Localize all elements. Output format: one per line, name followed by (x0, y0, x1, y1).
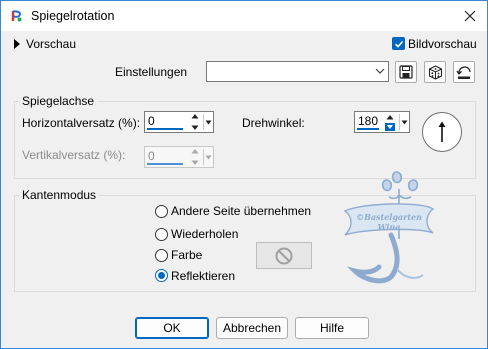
radio-reflect[interactable] (155, 269, 168, 282)
dialog-window: Spiegelrotation Vorschau Bildvorschau Ei… (0, 0, 488, 349)
settings-label: Einstellungen (115, 65, 188, 79)
vertical-offset-label: Vertikalversatz (%): (22, 148, 126, 162)
rotation-angle-input[interactable] (358, 114, 382, 128)
watermark-line2: Wina (378, 222, 401, 232)
watermark-line1: ©Bastelgarten (356, 212, 422, 222)
cancel-button-label: Abbrechen (222, 321, 282, 335)
watermark-logo: ©Bastelgarten Wina (343, 171, 435, 284)
vertical-offset-underline (147, 163, 183, 165)
close-icon (464, 10, 476, 22)
randomize-button[interactable] (424, 61, 446, 83)
ok-button[interactable]: OK (135, 317, 209, 339)
close-button[interactable] (453, 1, 487, 31)
dice-icon (428, 64, 442, 80)
option-color-label: Farbe (171, 248, 203, 262)
vertical-offset-spinner[interactable] (144, 146, 214, 168)
vertical-offset-stepper[interactable] (189, 148, 200, 166)
app-icon (10, 9, 24, 23)
arrow-down-icon (191, 125, 198, 130)
window-title: Spiegelrotation (31, 9, 115, 23)
horizontal-offset-stepper[interactable] (189, 113, 200, 131)
mirror-axis-group-label: Spiegelachse (19, 94, 98, 108)
option-reflect-label: Reflektieren (171, 269, 236, 283)
help-button-label: Hilfe (319, 321, 344, 335)
cancel-button[interactable]: Abbrechen (216, 317, 288, 339)
rotation-angle-underline (357, 128, 379, 130)
no-color-icon (275, 247, 293, 264)
caret-down-icon (205, 155, 211, 159)
edge-color-swatch[interactable] (256, 242, 312, 269)
option-other-side-label: Andere Seite übernehmen (171, 204, 312, 218)
arrow-up-icon (191, 114, 198, 119)
horizontal-offset-underline (147, 128, 183, 130)
chevron-down-icon (375, 68, 385, 74)
reset-button[interactable] (453, 61, 475, 83)
arrow-up-icon (191, 149, 198, 154)
preview-toggle[interactable]: Vorschau (14, 37, 76, 51)
radio-other-side[interactable] (155, 205, 168, 218)
caret-down-icon (205, 120, 211, 124)
dial-pointer-icon (438, 121, 446, 142)
option-repeat-label: Wiederholen (171, 227, 239, 241)
arrow-down-icon (384, 123, 395, 131)
horizontal-offset-dropdown[interactable] (203, 114, 212, 130)
rotation-angle-stepper[interactable] (384, 114, 395, 131)
vertical-offset-dropdown[interactable] (203, 149, 212, 165)
ok-button-label: OK (163, 321, 181, 335)
checkmark-icon (394, 40, 403, 48)
settings-dropdown[interactable] (206, 61, 389, 82)
edge-mode-group-label: Kantenmodus (19, 188, 100, 202)
rotation-angle-label: Drehwinkel: (242, 116, 305, 130)
title-bar: Spiegelrotation (1, 1, 487, 31)
image-preview-checkbox[interactable] (392, 37, 405, 50)
expand-triangle-icon (14, 39, 20, 49)
help-button[interactable]: Hilfe (295, 317, 369, 339)
vertical-offset-input[interactable] (148, 149, 178, 163)
save-preset-button[interactable] (395, 61, 417, 83)
radio-color[interactable] (155, 249, 168, 262)
arrow-up-icon (386, 115, 393, 120)
reset-icon (456, 65, 471, 79)
rotation-angle-spinner[interactable] (354, 111, 410, 133)
horizontal-offset-label: Horizontalversatz (%): (22, 116, 141, 130)
save-icon (399, 65, 413, 79)
preview-label: Vorschau (26, 37, 77, 51)
radio-repeat[interactable] (155, 228, 168, 241)
horizontal-offset-input[interactable] (148, 114, 178, 128)
caret-down-icon (401, 120, 407, 124)
rotation-dial[interactable] (422, 112, 462, 152)
rotation-angle-dropdown[interactable] (399, 114, 408, 130)
image-preview-label: Bildvorschau (408, 37, 477, 51)
horizontal-offset-spinner[interactable] (144, 111, 214, 133)
arrow-down-icon (191, 160, 198, 165)
